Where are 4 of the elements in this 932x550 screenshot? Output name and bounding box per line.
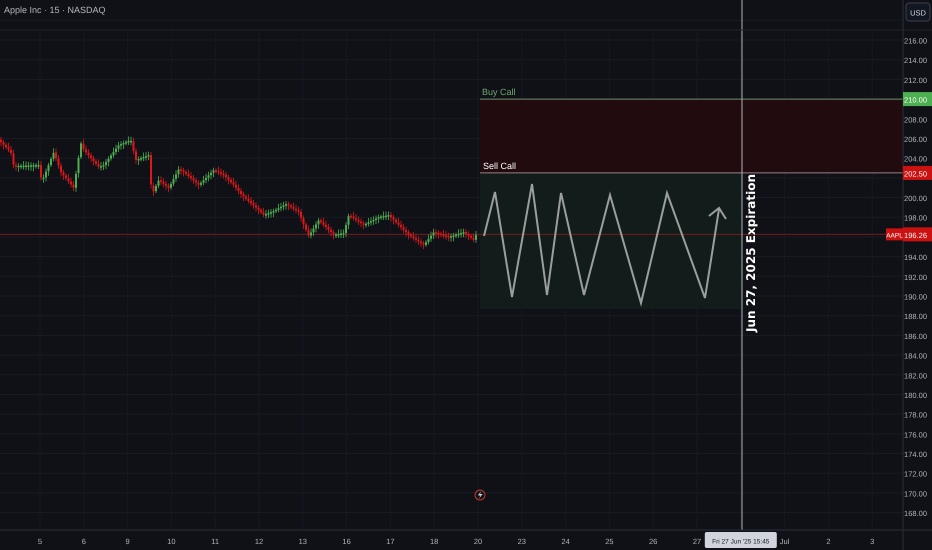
expiration-label: Jun 27, 2025 Expiration [744, 174, 758, 332]
chart-title: Apple Inc · 15 · NASDAQ [4, 5, 106, 15]
sell-call-label: Sell Call [483, 160, 516, 171]
buy-call-label: Buy Call [482, 87, 516, 98]
